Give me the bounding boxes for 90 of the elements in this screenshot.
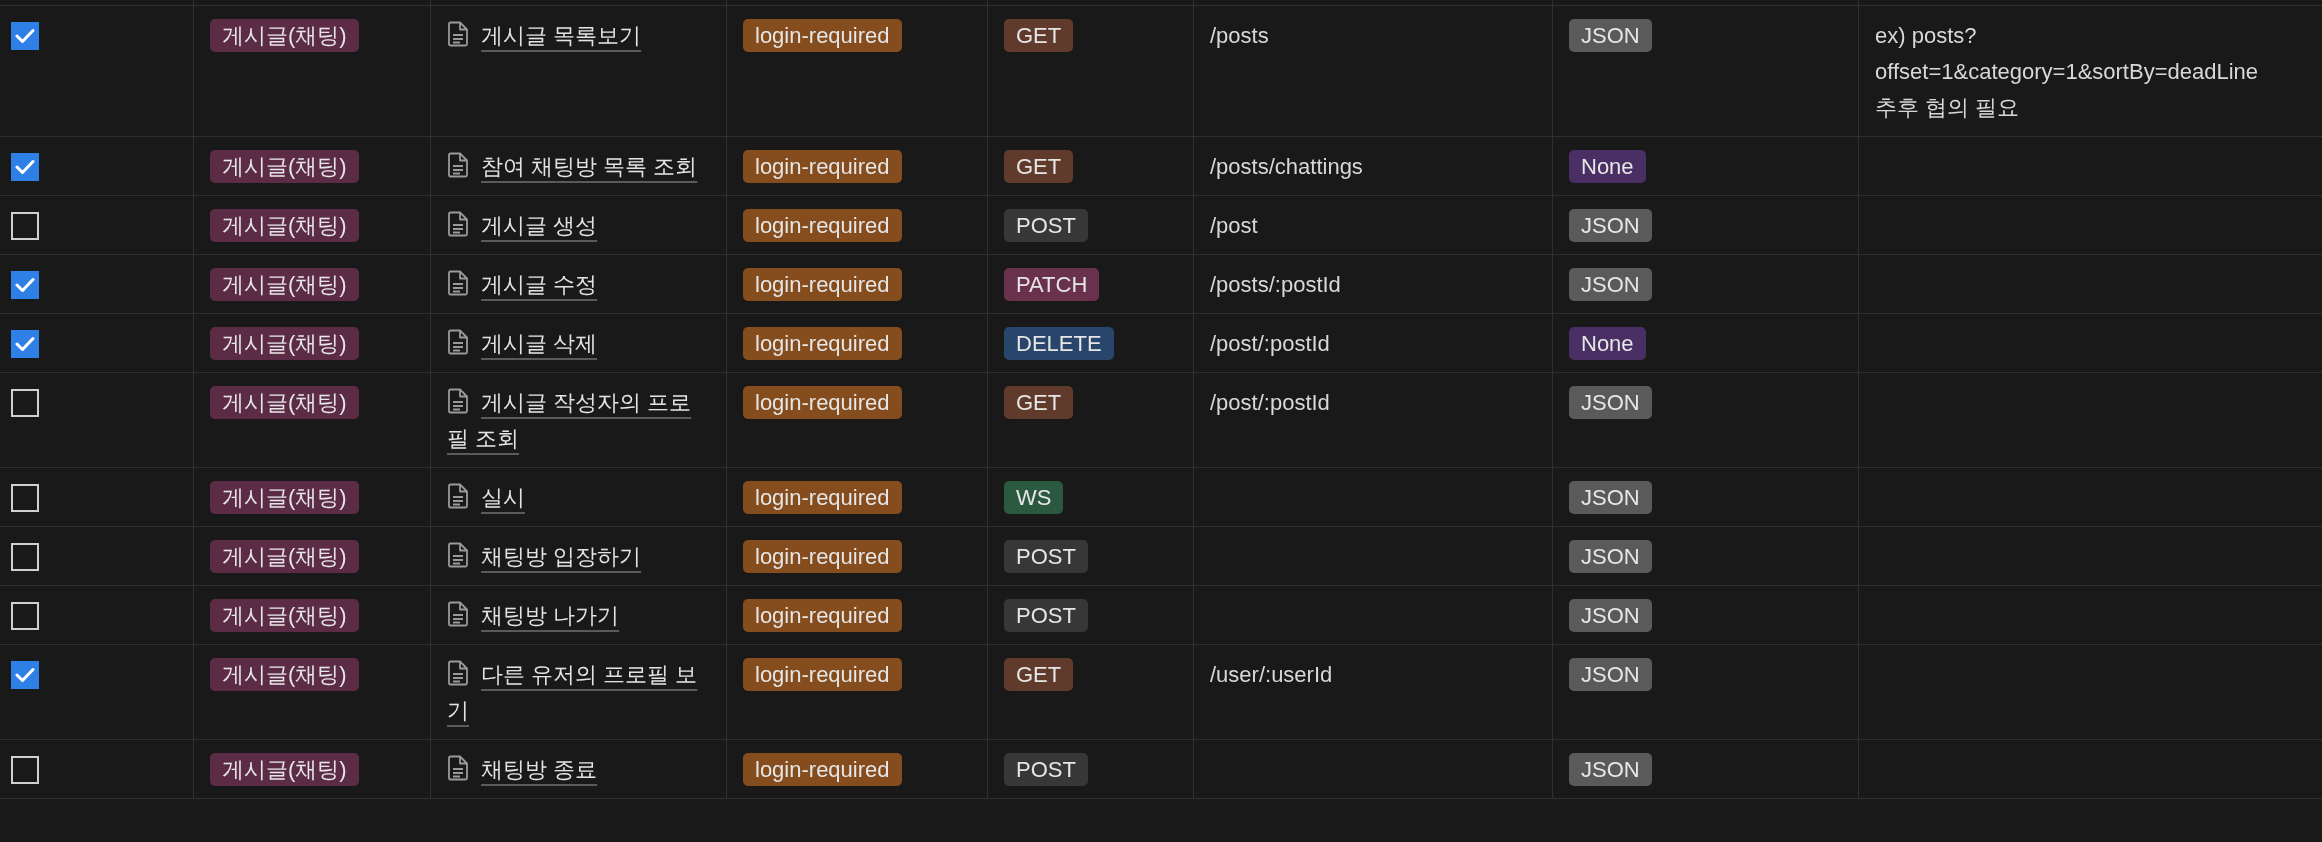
document-icon bbox=[447, 211, 469, 237]
method-tag: GET bbox=[1004, 150, 1074, 183]
method-tag: WS bbox=[1004, 481, 1064, 514]
format-tag: JSON bbox=[1569, 386, 1652, 419]
format-tag: JSON bbox=[1569, 19, 1652, 52]
endpoint-text: /posts/chattings bbox=[1210, 154, 1363, 179]
category-tag: 게시글(채팅) bbox=[210, 19, 359, 52]
format-tag: JSON bbox=[1569, 481, 1652, 514]
auth-tag: login-required bbox=[743, 540, 902, 573]
page-title-link[interactable]: 게시글 삭제 bbox=[447, 326, 710, 362]
category-tag: 게시글(채팅) bbox=[210, 658, 359, 691]
auth-tag: login-required bbox=[743, 327, 902, 360]
format-tag: None bbox=[1569, 150, 1646, 183]
checkbox[interactable] bbox=[11, 543, 39, 571]
checkbox[interactable] bbox=[11, 602, 39, 630]
endpoint-text: /post bbox=[1210, 213, 1258, 238]
method-tag: POST bbox=[1004, 753, 1088, 786]
page-title-link[interactable]: 게시글 작성자의 프로필 조회 bbox=[447, 385, 710, 457]
checkmark-icon bbox=[15, 336, 35, 352]
endpoint-text: /posts bbox=[1210, 23, 1269, 48]
format-tag: JSON bbox=[1569, 540, 1652, 573]
format-tag: JSON bbox=[1569, 658, 1652, 691]
page-title-link[interactable]: 게시글 목록보기 bbox=[447, 18, 710, 54]
document-icon bbox=[447, 152, 469, 178]
checkbox[interactable] bbox=[11, 212, 39, 240]
format-tag: None bbox=[1569, 327, 1646, 360]
category-tag: 게시글(채팅) bbox=[210, 599, 359, 632]
method-tag: GET bbox=[1004, 19, 1074, 52]
endpoint-text: /user/:userId bbox=[1210, 662, 1333, 687]
auth-tag: login-required bbox=[743, 150, 902, 183]
checkbox[interactable] bbox=[11, 661, 39, 689]
checkbox[interactable] bbox=[11, 22, 39, 50]
auth-tag: login-required bbox=[743, 481, 902, 514]
page-title-link[interactable]: 게시글 수정 bbox=[447, 267, 710, 303]
checkbox[interactable] bbox=[11, 330, 39, 358]
document-icon bbox=[447, 21, 469, 47]
checkbox[interactable] bbox=[11, 153, 39, 181]
format-tag: JSON bbox=[1569, 599, 1652, 632]
document-icon bbox=[447, 542, 469, 568]
checkbox[interactable] bbox=[11, 484, 39, 512]
category-tag: 게시글(채팅) bbox=[210, 209, 359, 242]
checkmark-icon bbox=[15, 667, 35, 683]
auth-tag: login-required bbox=[743, 753, 902, 786]
category-tag: 게시글(채팅) bbox=[210, 327, 359, 360]
method-tag: POST bbox=[1004, 540, 1088, 573]
page-title-link[interactable]: 채팅방 나가기 bbox=[447, 598, 710, 634]
document-icon bbox=[447, 388, 469, 414]
format-tag: JSON bbox=[1569, 209, 1652, 242]
checkbox[interactable] bbox=[11, 389, 39, 417]
category-tag: 게시글(채팅) bbox=[210, 540, 359, 573]
document-icon bbox=[447, 483, 469, 509]
auth-tag: login-required bbox=[743, 658, 902, 691]
page-title-link[interactable]: 채팅방 입장하기 bbox=[447, 539, 710, 575]
document-icon bbox=[447, 660, 469, 686]
endpoint-text: /posts/:postId bbox=[1210, 272, 1341, 297]
method-tag: PATCH bbox=[1004, 268, 1100, 301]
category-tag: 게시글(채팅) bbox=[210, 753, 359, 786]
auth-tag: login-required bbox=[743, 19, 902, 52]
auth-tag: login-required bbox=[743, 209, 902, 242]
page-title-link[interactable]: 다른 유저의 프로필 보기 bbox=[447, 657, 710, 729]
document-icon bbox=[447, 755, 469, 781]
page-title-link[interactable]: 채팅방 종료 bbox=[447, 752, 710, 788]
format-tag: JSON bbox=[1569, 268, 1652, 301]
page-title-link[interactable]: 실시 bbox=[447, 480, 710, 516]
checkbox[interactable] bbox=[11, 756, 39, 784]
method-tag: GET bbox=[1004, 386, 1074, 419]
method-tag: POST bbox=[1004, 599, 1088, 632]
auth-tag: login-required bbox=[743, 599, 902, 632]
page-title-link[interactable]: 게시글 생성 bbox=[447, 208, 710, 244]
checkmark-icon bbox=[15, 28, 35, 44]
method-tag: GET bbox=[1004, 658, 1074, 691]
category-tag: 게시글(채팅) bbox=[210, 150, 359, 183]
method-tag: POST bbox=[1004, 209, 1088, 242]
document-icon bbox=[447, 601, 469, 627]
auth-tag: login-required bbox=[743, 268, 902, 301]
category-tag: 게시글(채팅) bbox=[210, 268, 359, 301]
format-tag: JSON bbox=[1569, 753, 1652, 786]
notes-text: ex) posts?offset=1&category=1&sortBy=deadLine 추후 협의 필요 bbox=[1875, 22, 2260, 122]
checkmark-icon bbox=[15, 277, 35, 293]
document-icon bbox=[447, 270, 469, 296]
category-tag: 게시글(채팅) bbox=[210, 481, 359, 514]
endpoint-text: /post/:postId bbox=[1210, 331, 1330, 356]
category-tag: 게시글(채팅) bbox=[210, 386, 359, 419]
auth-tag: login-required bbox=[743, 386, 902, 419]
endpoint-text: /post/:postId bbox=[1210, 390, 1330, 415]
page-title-link[interactable]: 참여 채팅방 목록 조회 bbox=[447, 149, 710, 185]
checkmark-icon bbox=[15, 159, 35, 175]
document-icon bbox=[447, 329, 469, 355]
method-tag: DELETE bbox=[1004, 327, 1114, 360]
checkbox[interactable] bbox=[11, 271, 39, 299]
